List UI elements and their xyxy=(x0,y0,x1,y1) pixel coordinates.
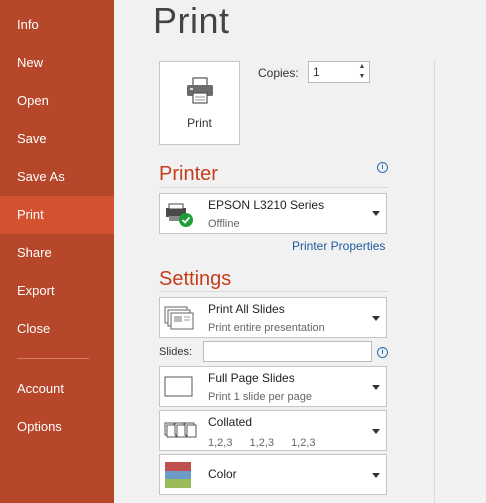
collation-sequence: 1,2,3 1,2,3 1,2,3 xyxy=(208,437,330,449)
printer-heading: Printer xyxy=(159,163,218,185)
printer-status: Offline xyxy=(208,218,240,230)
printer-name: EPSON L3210 Series xyxy=(208,198,325,212)
nav-item-open[interactable]: Open xyxy=(0,82,114,120)
nav-item-options[interactable]: Options xyxy=(0,408,114,446)
printer-properties-link[interactable]: Printer Properties xyxy=(292,239,385,253)
slides-input[interactable] xyxy=(204,342,375,363)
slides-input-box[interactable] xyxy=(203,341,375,363)
nav-item-account[interactable]: Account xyxy=(0,370,114,408)
collation-sequence-item: 1,2,3 xyxy=(208,437,233,449)
nav-item-info[interactable]: Info xyxy=(0,6,114,44)
nav-item-print[interactable]: Print xyxy=(0,196,114,234)
printer-heading-rule xyxy=(159,187,388,188)
backstage-sidebar: Info New Open Save Save As Print Share E… xyxy=(0,0,114,503)
nav-item-save[interactable]: Save xyxy=(0,120,114,158)
print-pane: Print Print Copies: ▲ ▼ Printer i xyxy=(114,0,486,503)
settings-heading-rule xyxy=(159,291,388,292)
print-range-dropdown[interactable]: Print All Slides Print entire presentati… xyxy=(159,297,387,338)
copies-decrement-button[interactable]: ▼ xyxy=(355,72,369,82)
chevron-down-icon xyxy=(372,316,380,321)
print-range-subtitle: Print entire presentation xyxy=(208,322,325,334)
print-button[interactable]: Print xyxy=(159,61,240,145)
slides-info-icon[interactable]: i xyxy=(377,347,388,358)
print-range-title: Print All Slides xyxy=(208,302,285,316)
nav-item-export[interactable]: Export xyxy=(0,272,114,310)
collated-icon xyxy=(164,421,198,446)
copies-input[interactable] xyxy=(309,62,361,82)
page-title: Print xyxy=(153,0,230,41)
collation-sequence-item: 1,2,3 xyxy=(249,437,274,449)
slides-stack-icon xyxy=(164,306,194,335)
collation-dropdown[interactable]: Collated 1,2,3 1,2,3 1,2,3 xyxy=(159,410,387,451)
full-page-slide-icon xyxy=(164,376,194,403)
printer-status-icon xyxy=(164,202,196,233)
chevron-down-icon xyxy=(372,429,380,434)
layout-title: Full Page Slides xyxy=(208,371,295,385)
preview-divider xyxy=(434,60,435,503)
settings-heading: Settings xyxy=(159,268,232,290)
printer-icon xyxy=(185,77,215,110)
slides-label: Slides: xyxy=(159,346,193,358)
copies-label: Copies: xyxy=(258,66,299,80)
nav-item-new[interactable]: New xyxy=(0,44,114,82)
printer-dropdown[interactable]: EPSON L3210 Series Offline xyxy=(159,193,387,234)
chevron-down-icon xyxy=(372,211,380,216)
printer-info-icon[interactable]: i xyxy=(377,162,388,173)
color-dropdown[interactable]: Color xyxy=(159,454,387,495)
nav-item-share[interactable]: Share xyxy=(0,234,114,272)
copies-increment-button[interactable]: ▲ xyxy=(355,62,369,72)
chevron-down-icon xyxy=(372,473,380,478)
color-swatch-icon xyxy=(164,461,192,494)
collation-title: Collated xyxy=(208,415,253,429)
nav-item-close[interactable]: Close xyxy=(0,310,114,348)
nav-divider xyxy=(17,358,89,359)
layout-dropdown[interactable]: Full Page Slides Print 1 slide per page xyxy=(159,366,387,407)
color-title: Color xyxy=(208,467,237,481)
nav-item-save-as[interactable]: Save As xyxy=(0,158,114,196)
copies-stepper[interactable]: ▲ ▼ xyxy=(308,61,370,83)
layout-subtitle: Print 1 slide per page xyxy=(208,391,312,403)
collation-sequence-item: 1,2,3 xyxy=(291,437,316,449)
print-button-label: Print xyxy=(187,116,212,130)
chevron-down-icon xyxy=(372,385,380,390)
